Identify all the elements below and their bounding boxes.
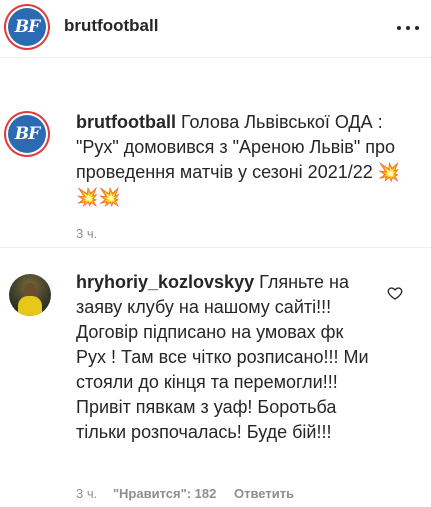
commenter-avatar[interactable]: [9, 274, 51, 316]
comment-meta: 3 ч. "Нравится": 182 Ответить: [76, 486, 294, 501]
dot: [415, 26, 419, 30]
comment-username[interactable]: hryhoriy_kozlovskyy: [76, 272, 254, 292]
avatar-logo: BF: [8, 8, 46, 46]
comment-text: hryhoriy_kozlovskyy Гляньте на заяву клу…: [76, 270, 376, 445]
caption-avatar[interactable]: BF: [6, 113, 48, 155]
comment-timestamp[interactable]: 3 ч.: [76, 486, 97, 501]
dot: [397, 26, 401, 30]
comment-body: Гляньте на заяву клубу на нашому сайті!!…: [76, 272, 369, 442]
avatar-shirt: [18, 296, 42, 316]
header-username[interactable]: brutfootball: [64, 16, 158, 36]
caption-text: brutfootball Голова Львівської ОДА : "Ру…: [76, 110, 406, 210]
likes-count-button[interactable]: "Нравится": 182: [113, 486, 217, 501]
more-horizontal-icon[interactable]: [397, 18, 419, 38]
reply-button[interactable]: Ответить: [234, 486, 294, 501]
comment-item: hryhoriy_kozlovskyy Гляньте на заяву клу…: [0, 248, 431, 507]
post-caption: BF brutfootball Голова Львівської ОДА : …: [0, 58, 431, 248]
caption-timestamp[interactable]: 3 ч.: [76, 226, 97, 241]
post-header: BF brutfootball: [0, 0, 431, 58]
heart-outline-icon[interactable]: [387, 285, 403, 301]
avatar-head: [24, 283, 36, 297]
caption-username[interactable]: brutfootball: [76, 112, 176, 132]
avatar-logo: BF: [8, 115, 46, 153]
header-avatar[interactable]: BF: [6, 6, 48, 48]
dot: [406, 26, 410, 30]
